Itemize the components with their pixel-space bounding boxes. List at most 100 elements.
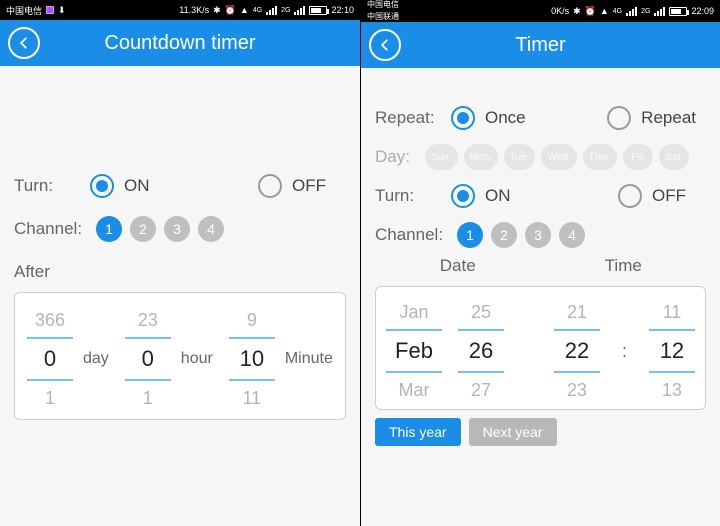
radio-on[interactable]: ON: [90, 174, 150, 198]
channel-chip-3[interactable]: 3: [164, 216, 190, 242]
net-speed: 0K/s: [551, 6, 569, 16]
this-year-button[interactable]: This year: [375, 418, 461, 446]
radio-on-label: ON: [485, 186, 511, 206]
repeat-label: Repeat:: [375, 108, 451, 128]
after-label: After: [14, 262, 346, 282]
wheel-next: 23: [567, 373, 587, 407]
page-title: Timer: [515, 34, 565, 57]
channel-label: Channel:: [375, 225, 457, 245]
turn-row: Turn: ON OFF: [14, 174, 346, 198]
net-type-1: 4G: [613, 8, 622, 15]
wheel-next: 13: [662, 373, 682, 407]
radio-icon: [618, 184, 642, 208]
date-header: Date: [375, 256, 541, 276]
radio-off[interactable]: OFF: [258, 174, 326, 198]
wheel-prev: 11: [663, 295, 682, 329]
title-bar: Countdown timer: [0, 20, 360, 66]
wheel-prev: 25: [471, 295, 491, 329]
chevron-left-icon: [17, 36, 31, 50]
time-header: Time: [541, 256, 707, 276]
radio-on[interactable]: ON: [451, 184, 511, 208]
dom-wheel[interactable]: 25 26 27: [458, 295, 504, 407]
channel-label: Channel:: [14, 219, 96, 239]
status-bar: 中国电信 ⬇ 11.3K/s ✱ ⏰ ▲ 4G 2G 22:10: [0, 0, 360, 20]
channel-chip-1[interactable]: 1: [96, 216, 122, 242]
back-button[interactable]: [8, 27, 40, 59]
channel-chip-4[interactable]: 4: [559, 222, 585, 248]
wheel-next: 27: [471, 373, 491, 407]
carrier-label: 中国电信: [6, 4, 42, 17]
day-chip-wed: Wed.: [541, 144, 576, 170]
radio-icon: [451, 184, 475, 208]
day-chip-sun: Sun.: [425, 144, 458, 170]
hour-wheel[interactable]: 23 0 1: [125, 303, 171, 415]
unit-hour: hour: [181, 350, 213, 368]
content-area: Repeat: Once Repeat Day: Sun. Mon. Tue. …: [361, 68, 720, 526]
wheel-current: 22: [565, 331, 589, 371]
net-type-2: 2G: [281, 7, 290, 14]
radio-repeat-label: Repeat: [641, 108, 696, 128]
day-wheel[interactable]: 366 0 1: [27, 303, 73, 415]
net-type-2: 2G: [641, 8, 650, 15]
content-area: Turn: ON OFF Channel: 1 2 3 4 After: [0, 66, 360, 526]
minute-wheel[interactable]: 9 10 11: [229, 303, 275, 415]
radio-repeat[interactable]: Repeat: [607, 106, 696, 130]
datetime-picker: Jan Feb Mar 25 26 27 21 22: [375, 286, 706, 410]
turn-label: Turn:: [375, 186, 451, 206]
day-chip-thu: Thur.: [583, 144, 618, 170]
unit-minute: Minute: [285, 350, 333, 368]
bluetooth-icon: ✱: [213, 5, 221, 16]
wheel-prev: Jan: [399, 295, 428, 329]
alarm-icon: ⏰: [225, 5, 236, 16]
day-chip-fri: Fri.: [623, 144, 653, 170]
wifi-icon: ▲: [600, 6, 609, 16]
clock: 22:09: [691, 6, 714, 16]
download-icon: ⬇: [58, 5, 66, 16]
wheel-prev: 23: [138, 303, 158, 337]
date-time-headers: Date Time: [375, 256, 706, 276]
wheel-current: Feb: [395, 331, 433, 371]
wheel-current: 26: [469, 331, 493, 371]
signal-1-icon: [626, 7, 637, 16]
day-row: Day: Sun. Mon. Tue. Wed. Thur. Fri. Sat.: [375, 144, 706, 170]
page-title: Countdown timer: [104, 32, 255, 55]
phone-timer: 中国电信 中国联通 0K/s ✱ ⏰ ▲ 4G 2G 22:09 Timer R…: [360, 0, 720, 526]
clock: 22:10: [331, 5, 354, 15]
signal-2-icon: [294, 6, 305, 15]
hour-wheel[interactable]: 21 22 23: [554, 295, 600, 407]
wheel-prev: 366: [35, 303, 65, 337]
radio-off[interactable]: OFF: [618, 184, 686, 208]
radio-on-label: ON: [124, 176, 150, 196]
next-year-button[interactable]: Next year: [469, 418, 557, 446]
app-notification-icon: [46, 6, 54, 14]
channel-chip-1[interactable]: 1: [457, 222, 483, 248]
month-wheel[interactable]: Jan Feb Mar: [386, 295, 442, 407]
minute-wheel[interactable]: 11 12 13: [649, 295, 695, 407]
turn-label: Turn:: [14, 176, 90, 196]
wifi-icon: ▲: [240, 5, 249, 15]
radio-off-label: OFF: [292, 176, 326, 196]
channel-chip-3[interactable]: 3: [525, 222, 551, 248]
wheel-next: Mar: [399, 373, 430, 407]
time-colon: :: [622, 341, 627, 362]
day-chip-tue: Tue.: [504, 144, 536, 170]
wheel-current: 12: [660, 331, 684, 371]
wheel-current: 10: [240, 339, 264, 379]
phone-countdown: 中国电信 ⬇ 11.3K/s ✱ ⏰ ▲ 4G 2G 22:10 Countdo…: [0, 0, 360, 526]
carrier-1-label: 中国电信: [367, 1, 399, 9]
repeat-row: Repeat: Once Repeat: [375, 106, 706, 130]
title-bar: Timer: [361, 22, 720, 68]
battery-icon: [309, 6, 327, 15]
radio-off-label: OFF: [652, 186, 686, 206]
bluetooth-icon: ✱: [573, 6, 581, 17]
channel-chip-2[interactable]: 2: [491, 222, 517, 248]
radio-icon: [90, 174, 114, 198]
channel-row: Channel: 1 2 3 4: [14, 216, 346, 242]
channel-chip-2[interactable]: 2: [130, 216, 156, 242]
wheel-prev: 9: [247, 303, 257, 337]
radio-once[interactable]: Once: [451, 106, 526, 130]
channel-chip-4[interactable]: 4: [198, 216, 224, 242]
carrier-2-label: 中国联通: [367, 13, 399, 21]
radio-once-label: Once: [485, 108, 526, 128]
back-button[interactable]: [369, 29, 401, 61]
